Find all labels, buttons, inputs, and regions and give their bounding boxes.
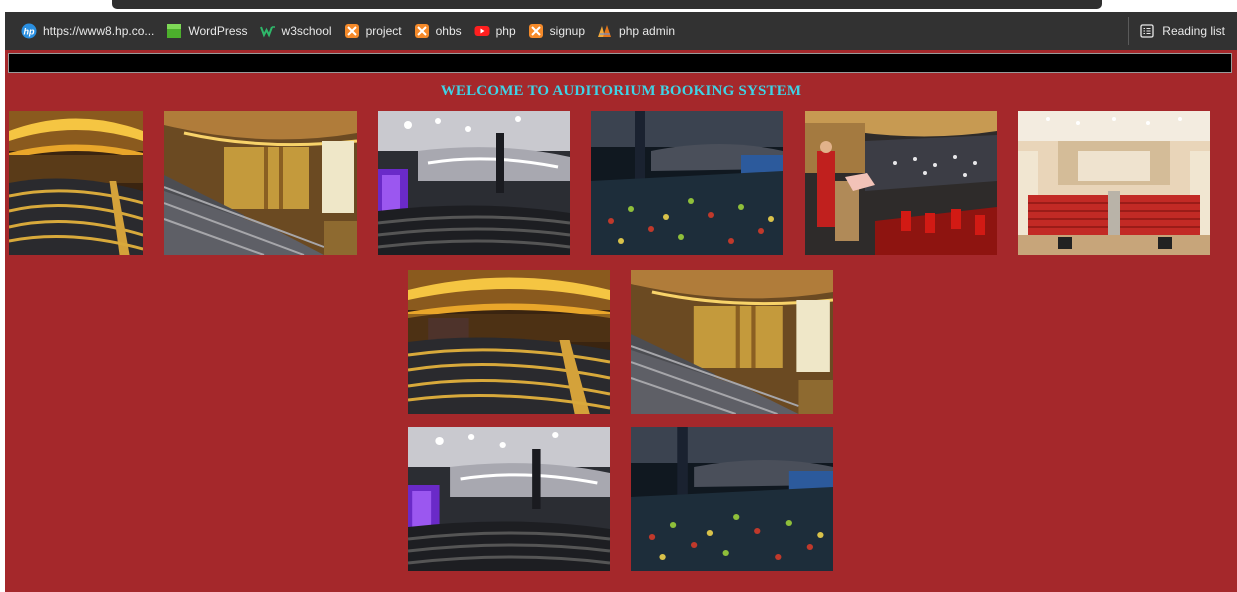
page-body: WELCOME TO AUDITORIUM BOOKING SYSTEM	[5, 50, 1237, 592]
gallery-image-graduation-ceremony[interactable]	[805, 111, 997, 255]
gallery-image-empty-hall[interactable]	[1018, 111, 1210, 255]
green-square-icon	[166, 23, 182, 39]
bookmark-ohbs[interactable]: ohbs	[410, 17, 470, 45]
top-nav-bar	[8, 53, 1232, 73]
browser-window: hp https://www8.hp.co... WordPress w3sch…	[0, 0, 1237, 592]
bookmark-php-admin[interactable]: php admin	[593, 17, 683, 45]
bookmark-hp[interactable]: hp https://www8.hp.co...	[17, 17, 162, 45]
xampp-icon	[414, 23, 430, 39]
reading-list-button[interactable]: Reading list	[1128, 17, 1225, 45]
xampp-icon	[344, 23, 360, 39]
bookmark-project[interactable]: project	[340, 17, 410, 45]
reading-list-icon	[1139, 23, 1155, 39]
gallery-image-modern-auditorium-2[interactable]	[408, 427, 610, 571]
page-title: WELCOME TO AUDITORIUM BOOKING SYSTEM	[440, 83, 802, 99]
phpmyadmin-icon	[597, 23, 613, 39]
bookmark-wordpress[interactable]: WordPress	[162, 17, 255, 45]
xampp-icon	[528, 23, 544, 39]
bookmark-php[interactable]: php	[470, 17, 524, 45]
gallery-image-crowded-auditorium[interactable]	[591, 111, 783, 255]
w3school-icon	[259, 23, 276, 39]
svg-text:hp: hp	[24, 27, 35, 37]
window-top-edge	[0, 0, 1237, 12]
gallery-image-wooden-auditorium[interactable]	[9, 111, 143, 255]
bookmark-w3school[interactable]: w3school	[256, 17, 340, 45]
hp-logo-icon: hp	[21, 23, 37, 39]
gallery-image-modern-auditorium[interactable]	[378, 111, 570, 255]
gallery-image-wooden-auditorium-screen-2[interactable]	[631, 270, 833, 414]
gallery-image-wooden-auditorium-2[interactable]	[408, 270, 610, 414]
gallery-image-wooden-auditorium-screen[interactable]	[164, 111, 357, 255]
youtube-icon	[474, 23, 490, 39]
bookmarks-bar: hp https://www8.hp.co... WordPress w3sch…	[5, 12, 1237, 50]
bookmark-signup[interactable]: signup	[524, 17, 593, 45]
gallery-image-crowded-auditorium-2[interactable]	[631, 427, 833, 571]
